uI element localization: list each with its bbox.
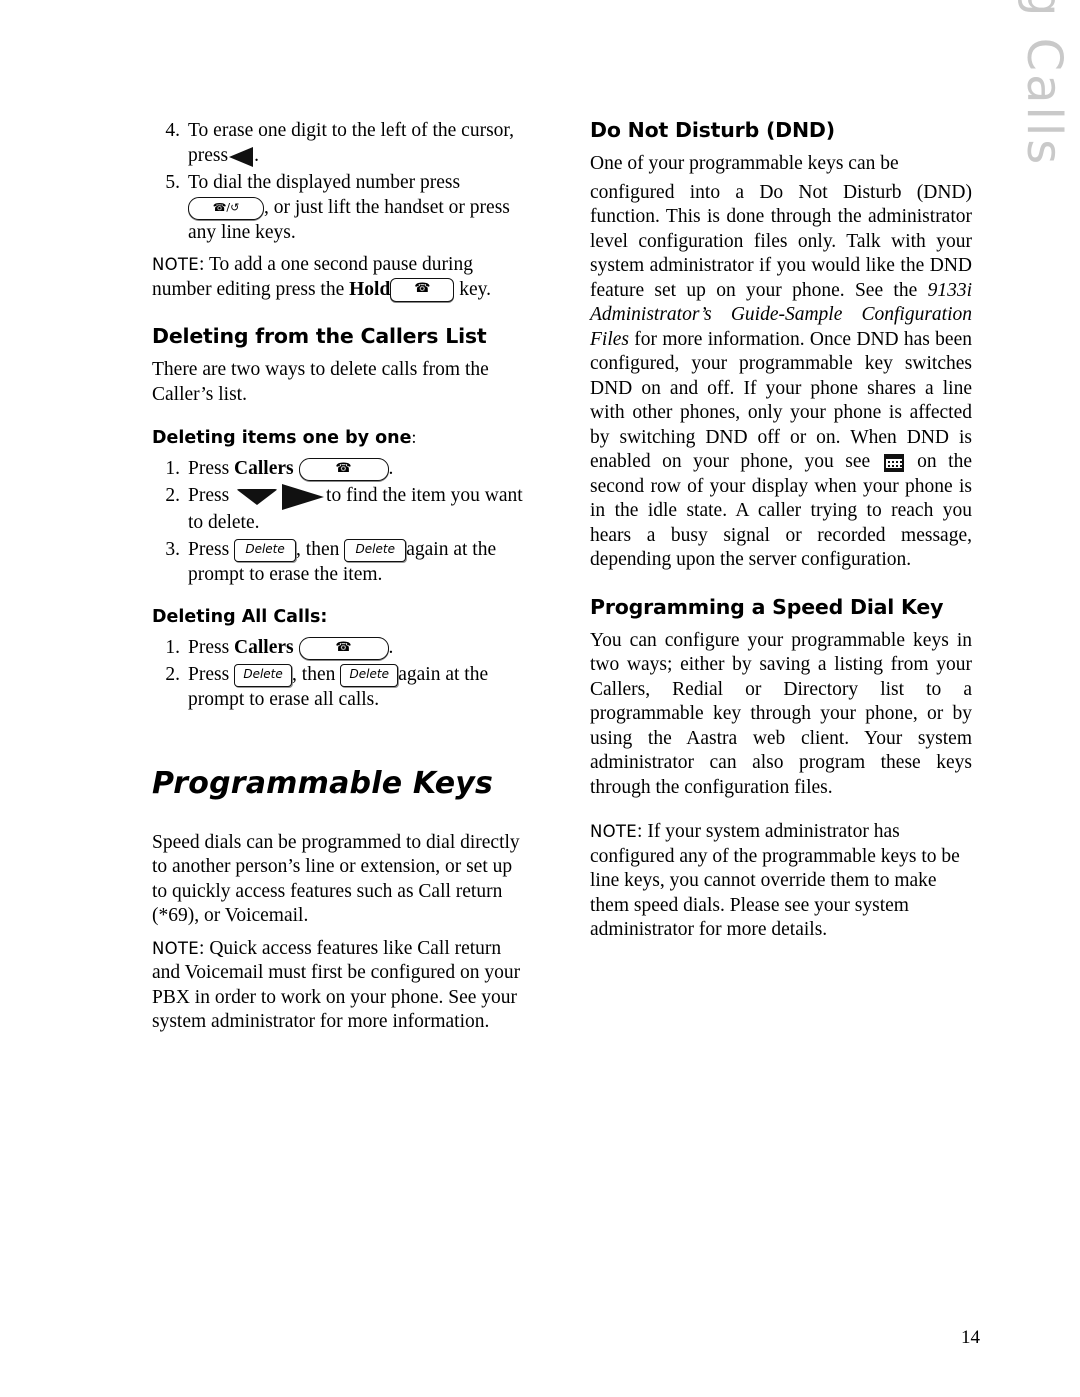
list-item-text: Press Callers ☎. [188,635,524,660]
callers-key-icon: ☎ [298,458,389,482]
list-item-text: Press Delete, then Delete again at the pr… [188,663,489,710]
hold-key-label: Hold [349,278,391,300]
list-item-number: 2. [165,663,180,685]
heading-deleting-callers-list: Deleting from the Callers List [152,324,487,349]
right-arrow-key-icon [282,483,325,510]
backspace-arrow-icon [229,146,254,167]
para-speed-dials: Speed dials can be programmed to dial di… [152,831,520,927]
list-item-text: To erase one digit to the left of the cu… [188,120,514,167]
list-item-number: 5. [165,172,180,193]
steps-all-calls: 1. Press Callers ☎. 2. Press Delete, the… [152,635,524,712]
note-speed-dial: NOTE: If your system administrator has c… [590,821,960,940]
callers-key-icon: ☎ [298,636,389,660]
list-item: 2. Press to find the item you want to de… [152,483,524,535]
para-callers-list: There are two ways to delete calls from … [152,359,489,405]
right-column: Do Not Disturb (DND) One of your program… [590,118,972,943]
list-item: 4. To erase one digit to the left of the… [152,118,524,168]
note-label: NOTE [152,938,200,958]
heading-do-not-disturb: Do Not Disturb (DND) [590,118,835,142]
para-dnd-intro: One of your programmable keys can be [590,153,899,174]
down-arrow-key-icon [236,488,279,505]
page-number: 14 [961,1327,980,1348]
list-item-text: Press to find the item you want to delet… [188,483,523,533]
top-steps-list: 4. To erase one digit to the left of the… [152,118,524,245]
hold-key-icon: ☎ [390,278,455,303]
callers-key-label: Callers [234,636,294,658]
delete-softkey-icon: Delete [234,663,293,687]
subheading-deleting-one-by-one: Deleting items one by one: [152,427,417,449]
list-item: 5. To dial the displayed number press ☎/… [152,170,524,245]
list-item-text: To dial the displayed number press ☎/↺, … [188,172,510,244]
list-item: 1. Press Callers ☎. [152,635,524,660]
steps-one-by-one: 1. Press Callers ☎. 2. Press to find the… [152,456,524,587]
left-column: 4. To erase one digit to the left of the… [152,118,524,1035]
list-item-number: 2. [165,485,180,507]
list-item-text: Press Delete, then Delete again at the pr… [188,538,497,585]
document-page: Managing Calls 4. To erase one digit to … [0,0,1080,1397]
sidebar-vertical-title: Managing Calls [1016,0,1072,180]
para-dnd-detail: configured into a Do Not Disturb (DND) f… [590,181,972,571]
callers-key-label: Callers [234,458,294,480]
list-item: 3. Press Delete, then Delete again at the… [152,537,524,587]
note-label: NOTE [590,822,638,841]
list-item-number: 4. [165,120,180,141]
heading-programming-speed-dial: Programming a Speed Dial Key [590,594,944,619]
dial-key-icon: ☎/↺ [188,197,264,221]
subheading-deleting-all-calls: Deleting All Calls: [152,606,328,627]
delete-softkey-icon: Delete [234,538,297,562]
delete-softkey-icon: Delete [340,663,399,687]
list-item-number: 3. [165,538,180,560]
dnd-display-icon [883,453,904,472]
list-item-number: 1. [165,458,180,480]
list-item: 1. Press Callers ☎. [152,456,524,482]
list-item: 2. Press Delete, then Delete again at the… [152,662,524,712]
list-item-number: 1. [165,636,180,658]
delete-softkey-icon: Delete [344,538,407,562]
list-item-text: Press Callers ☎. [188,456,524,482]
para-speed-dial: You can configure your programmable keys… [590,629,972,798]
note-pause: NOTE: To add a one second pause during n… [152,253,524,303]
note-label: NOTE [152,255,200,275]
note-quick-access: NOTE: Quick access features like Call re… [152,937,521,1033]
heading-programmable-keys: Programmable Keys [152,765,494,801]
